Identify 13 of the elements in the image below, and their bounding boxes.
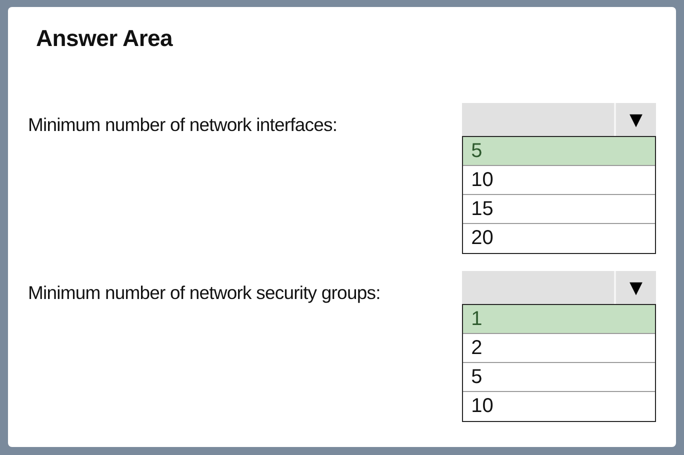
dropdown-field[interactable]: ▼ [462, 102, 656, 136]
dropdown-option[interactable]: 15 [463, 194, 655, 224]
question-label: Minimum number of network security groups: [28, 280, 382, 305]
dropdown-option[interactable]: 20 [463, 224, 655, 252]
dropdown-option[interactable]: 1 [463, 304, 655, 334]
dropdown-field[interactable]: ▼ [462, 270, 656, 304]
dropdown-option[interactable]: 5 [463, 362, 655, 392]
dropdown-option[interactable]: 5 [463, 136, 655, 166]
dropdown-option[interactable]: 10 [463, 166, 655, 194]
question-label: Minimum number of network interfaces: [28, 112, 338, 136]
dropdown-option[interactable]: 10 [463, 392, 655, 420]
answer-area-title: Answer Area [36, 24, 174, 53]
dropdown-option[interactable]: 2 [463, 334, 655, 362]
